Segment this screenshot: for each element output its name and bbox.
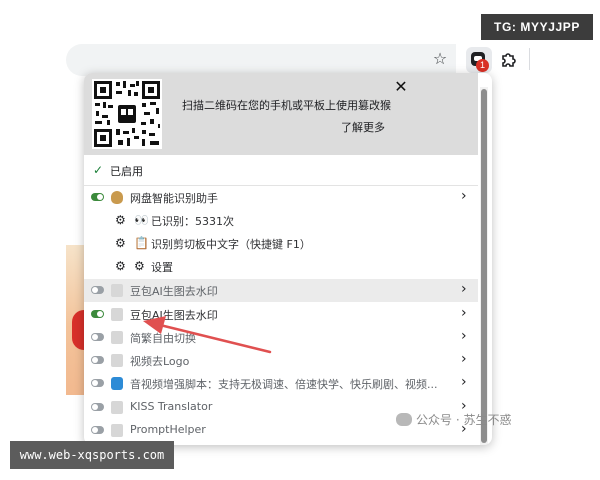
tampermonkey-popup: 扫描二维码在您的手机或平板上使用篡改猴 了解更多 ✕ ✓ 已启用 网盘智能识别助… [84, 73, 492, 445]
chevron-right-icon[interactable]: › [461, 328, 467, 344]
tg-watermark: TG: MYYJJPP [481, 14, 593, 40]
doc-icon [111, 308, 123, 321]
menu-item-label: 识别剪切板中文字（快捷键 F1） [151, 238, 311, 251]
star-icon[interactable]: ☆ [431, 50, 449, 68]
script-label: 音视频增强脚本：支持无极调速、倍速快学、快乐刷剧、视频... [130, 378, 438, 391]
script-row[interactable]: 豆包AI生图去水印 › [84, 303, 478, 326]
clipboard-icon: 📋 [134, 236, 149, 250]
chevron-right-icon[interactable]: › [461, 305, 467, 321]
promo-banner: 扫描二维码在您的手机或平板上使用篡改猴 了解更多 ✕ [84, 73, 478, 155]
gear-icon: ⚙ [115, 213, 126, 227]
enabled-label: 已启用 [110, 165, 143, 178]
script-label: 豆包AI生图去水印 [130, 309, 218, 322]
enabled-section-header: ✓ 已启用 [84, 159, 478, 183]
toggle-switch[interactable] [91, 379, 104, 387]
toggle-switch[interactable] [91, 426, 104, 434]
doc-icon [111, 424, 123, 437]
script-label: 网盘智能识别助手 [130, 192, 218, 205]
puzzle-icon[interactable] [499, 50, 519, 70]
promo-text: 扫描二维码在您的手机或平板上使用篡改猴 [182, 99, 391, 112]
script-menu-item[interactable]: ⚙ ⚙ 设置 [84, 255, 478, 277]
site-watermark: www.web-xqsports.com [10, 441, 174, 469]
qr-code [92, 79, 162, 149]
toggle-switch[interactable] [91, 310, 104, 318]
chevron-right-icon[interactable]: › [461, 281, 467, 297]
script-row[interactable]: 简繁自由切换 › [84, 326, 478, 349]
toggle-switch[interactable] [91, 286, 104, 294]
audio-icon [111, 377, 123, 390]
script-menu-item[interactable]: ⚙ 📋 识别剪切板中文字（快捷键 F1） [84, 232, 478, 254]
toggle-switch[interactable] [91, 356, 104, 364]
doc-icon [111, 284, 123, 297]
background-page-image-accent [72, 310, 84, 350]
script-label: KISS Translator [130, 400, 213, 413]
script-label: 豆包AI生图去水印 [130, 285, 218, 298]
wechat-watermark: 公众号 · 苏生不惑 [396, 411, 511, 428]
chevron-right-icon[interactable]: › [461, 351, 467, 367]
toggle-switch[interactable] [91, 193, 104, 201]
close-icon[interactable]: ✕ [393, 79, 409, 95]
script-row[interactable]: 豆包AI生图去水印 › [84, 279, 478, 302]
toggle-switch[interactable] [91, 333, 104, 341]
script-label: 简繁自由切换 [130, 332, 196, 345]
chevron-right-icon[interactable]: › [461, 188, 467, 204]
wechat-watermark-text: 公众号 · 苏生不惑 [416, 413, 512, 427]
check-icon: ✓ [93, 163, 104, 177]
extension-badge: 1 [476, 59, 489, 72]
script-label: 视频去Logo [130, 355, 190, 368]
gear-icon: ⚙ [115, 259, 126, 273]
menu-item-label: 设置 [151, 261, 173, 274]
pan-icon [111, 191, 123, 204]
script-label: PromptHelper [130, 423, 206, 436]
script-row[interactable]: 音视频增强脚本：支持无极调速、倍速快学、快乐刷剧、视频... › [84, 372, 478, 395]
learn-more-link[interactable]: 了解更多 [341, 119, 385, 135]
eyes-icon: 👀 [134, 213, 149, 227]
menu-item-label: 已识别：5331次 [151, 215, 234, 228]
toolbar-divider [529, 48, 530, 70]
address-bar[interactable] [66, 44, 456, 76]
wechat-icon [396, 413, 412, 426]
settings-icon: ⚙ [134, 259, 145, 273]
script-menu-item[interactable]: ⚙ 👀 已识别：5331次 [84, 209, 478, 231]
script-row[interactable]: 网盘智能识别助手 › [84, 186, 478, 209]
toggle-switch[interactable] [91, 403, 104, 411]
chevron-right-icon[interactable]: › [461, 374, 467, 390]
gear-icon: ⚙ [115, 236, 126, 250]
doc-icon [111, 354, 123, 367]
scrollbar-thumb[interactable] [481, 89, 487, 443]
doc-icon [111, 331, 123, 344]
doc-icon [111, 401, 123, 414]
script-row[interactable]: 视频去Logo › [84, 349, 478, 372]
